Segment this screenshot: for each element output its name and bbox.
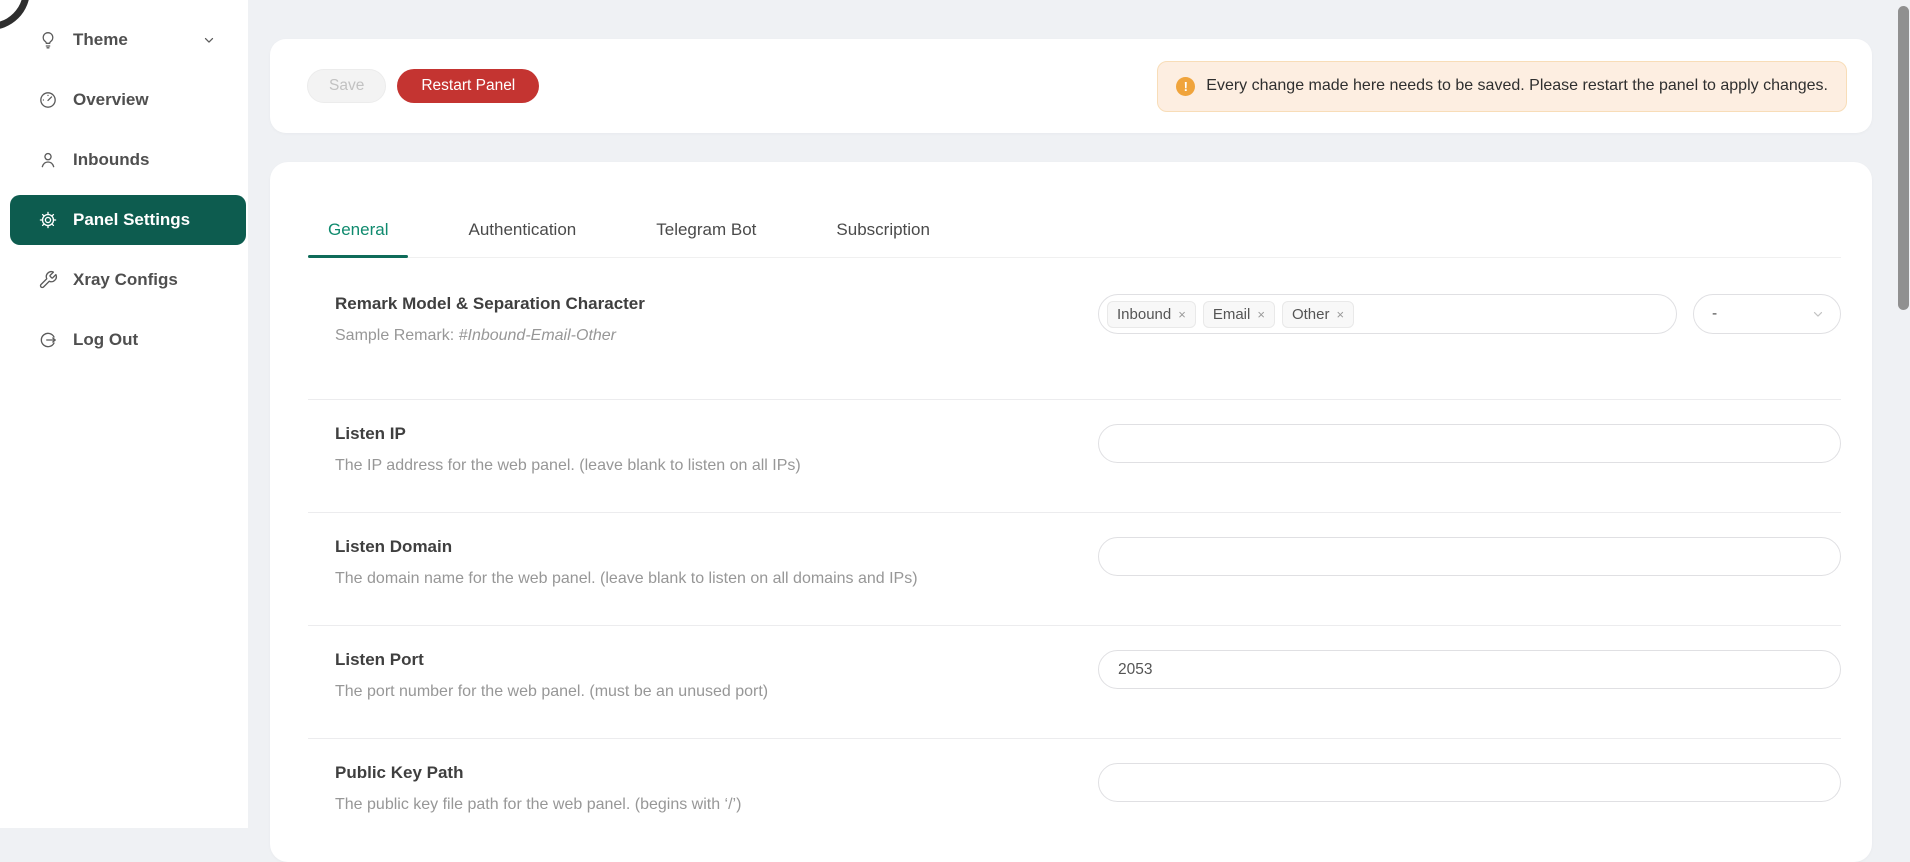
settings-tabs: General Authentication Telegram Bot Subs… xyxy=(308,162,1841,258)
listen-ip-input[interactable] xyxy=(1098,424,1841,463)
dashboard-icon xyxy=(38,90,58,110)
sidebar-item-xray-configs[interactable]: Xray Configs xyxy=(10,255,246,305)
remove-tag-icon[interactable] xyxy=(1178,308,1186,321)
user-icon xyxy=(38,150,58,170)
tab-general[interactable]: General xyxy=(308,213,408,257)
listen-port-control-col xyxy=(1098,650,1841,689)
public-key-path-label-col: Public Key Path The public key file path… xyxy=(335,763,1098,814)
tab-label: Subscription xyxy=(836,220,930,239)
chevron-down-icon xyxy=(1811,307,1825,321)
sidebar-item-panel-settings[interactable]: Panel Settings xyxy=(10,195,246,245)
sidebar-item-label: Overview xyxy=(73,90,149,110)
wrench-icon xyxy=(38,270,58,290)
sample-remark-value: #Inbound-Email-Other xyxy=(459,327,616,344)
form-row-public-key-path: Public Key Path The public key file path… xyxy=(308,739,1841,851)
sidebar-item-label: Theme xyxy=(73,30,128,50)
listen-domain-label-col: Listen Domain The domain name for the we… xyxy=(335,537,1098,588)
remark-control-col: Inbound Email Other - xyxy=(1098,294,1841,334)
form-row-remark-model: Remark Model & Separation Character Samp… xyxy=(308,258,1841,399)
chevron-down-icon xyxy=(202,33,216,47)
active-tab-inkbar xyxy=(308,255,408,258)
listen-ip-control-col xyxy=(1098,424,1841,463)
listen-ip-description: The IP address for the web panel. (leave… xyxy=(335,457,1068,475)
listen-ip-label: Listen IP xyxy=(335,424,1068,444)
tag-label: Inbound xyxy=(1117,306,1171,323)
tab-authentication[interactable]: Authentication xyxy=(448,213,596,257)
tag-label: Email xyxy=(1213,306,1251,323)
save-button[interactable]: Save xyxy=(307,69,386,103)
sidebar-item-theme[interactable]: Theme xyxy=(10,15,246,65)
tag-inbound: Inbound xyxy=(1107,301,1196,328)
listen-ip-label-col: Listen IP The IP address for the web pan… xyxy=(335,424,1098,475)
tab-label: General xyxy=(328,220,388,239)
bulb-icon xyxy=(38,30,58,50)
public-key-path-input[interactable] xyxy=(1098,763,1841,802)
restart-panel-button[interactable]: Restart Panel xyxy=(397,69,539,103)
sample-remark-prefix: Sample Remark: xyxy=(335,327,459,344)
remark-label-col: Remark Model & Separation Character Samp… xyxy=(335,294,1098,345)
listen-port-input[interactable] xyxy=(1098,650,1841,689)
toolbar-card: Save Restart Panel Every change made her… xyxy=(270,39,1872,133)
remark-sample-text: Sample Remark: #Inbound-Email-Other xyxy=(335,327,1068,345)
sidebar-item-overview[interactable]: Overview xyxy=(10,75,246,125)
separator-character-select[interactable]: - xyxy=(1693,294,1841,334)
tab-label: Telegram Bot xyxy=(656,220,756,239)
logout-icon xyxy=(38,330,58,350)
remove-tag-icon[interactable] xyxy=(1336,308,1344,321)
vertical-scrollbar-thumb[interactable] xyxy=(1898,6,1909,310)
listen-port-label: Listen Port xyxy=(335,650,1068,670)
sidebar-item-inbounds[interactable]: Inbounds xyxy=(10,135,246,185)
gear-icon xyxy=(38,210,58,230)
separator-selected-value: - xyxy=(1712,305,1717,323)
sidebar-item-label: Log Out xyxy=(73,330,138,350)
sidebar: Theme Overview Inbounds xyxy=(0,0,248,828)
remark-model-tag-select[interactable]: Inbound Email Other xyxy=(1098,294,1677,334)
remove-tag-icon[interactable] xyxy=(1257,308,1265,321)
tab-subscription[interactable]: Subscription xyxy=(816,213,950,257)
listen-domain-description: The domain name for the web panel. (leav… xyxy=(335,570,1068,588)
settings-card: General Authentication Telegram Bot Subs… xyxy=(270,162,1872,862)
main-content: Save Restart Panel Every change made her… xyxy=(248,0,1910,828)
sidebar-nav: Theme Overview Inbounds xyxy=(0,0,248,365)
listen-port-label-col: Listen Port The port number for the web … xyxy=(335,650,1098,701)
listen-domain-label: Listen Domain xyxy=(335,537,1068,557)
form-row-listen-ip: Listen IP The IP address for the web pan… xyxy=(308,400,1841,512)
form-row-listen-domain: Listen Domain The domain name for the we… xyxy=(308,513,1841,625)
listen-port-description: The port number for the web panel. (must… xyxy=(335,683,1068,701)
public-key-path-label: Public Key Path xyxy=(335,763,1068,783)
restart-warning-alert: Every change made here needs to be saved… xyxy=(1157,61,1847,112)
tag-email: Email xyxy=(1203,301,1275,328)
tab-telegram-bot[interactable]: Telegram Bot xyxy=(636,213,776,257)
sidebar-item-label: Inbounds xyxy=(73,150,149,170)
listen-domain-control-col xyxy=(1098,537,1841,576)
public-key-path-description: The public key file path for the web pan… xyxy=(335,796,1068,814)
alert-message: Every change made here needs to be saved… xyxy=(1206,77,1828,95)
listen-domain-input[interactable] xyxy=(1098,537,1841,576)
tag-label: Other xyxy=(1292,306,1330,323)
sidebar-item-log-out[interactable]: Log Out xyxy=(10,315,246,365)
sidebar-item-label: Xray Configs xyxy=(73,270,178,290)
tab-label: Authentication xyxy=(468,220,576,239)
form-row-listen-port: Listen Port The port number for the web … xyxy=(308,626,1841,738)
remark-model-label: Remark Model & Separation Character xyxy=(335,294,1068,314)
public-key-path-control-col xyxy=(1098,763,1841,802)
sidebar-item-label: Panel Settings xyxy=(73,210,190,230)
warning-icon xyxy=(1176,77,1195,96)
tag-other: Other xyxy=(1282,301,1354,328)
